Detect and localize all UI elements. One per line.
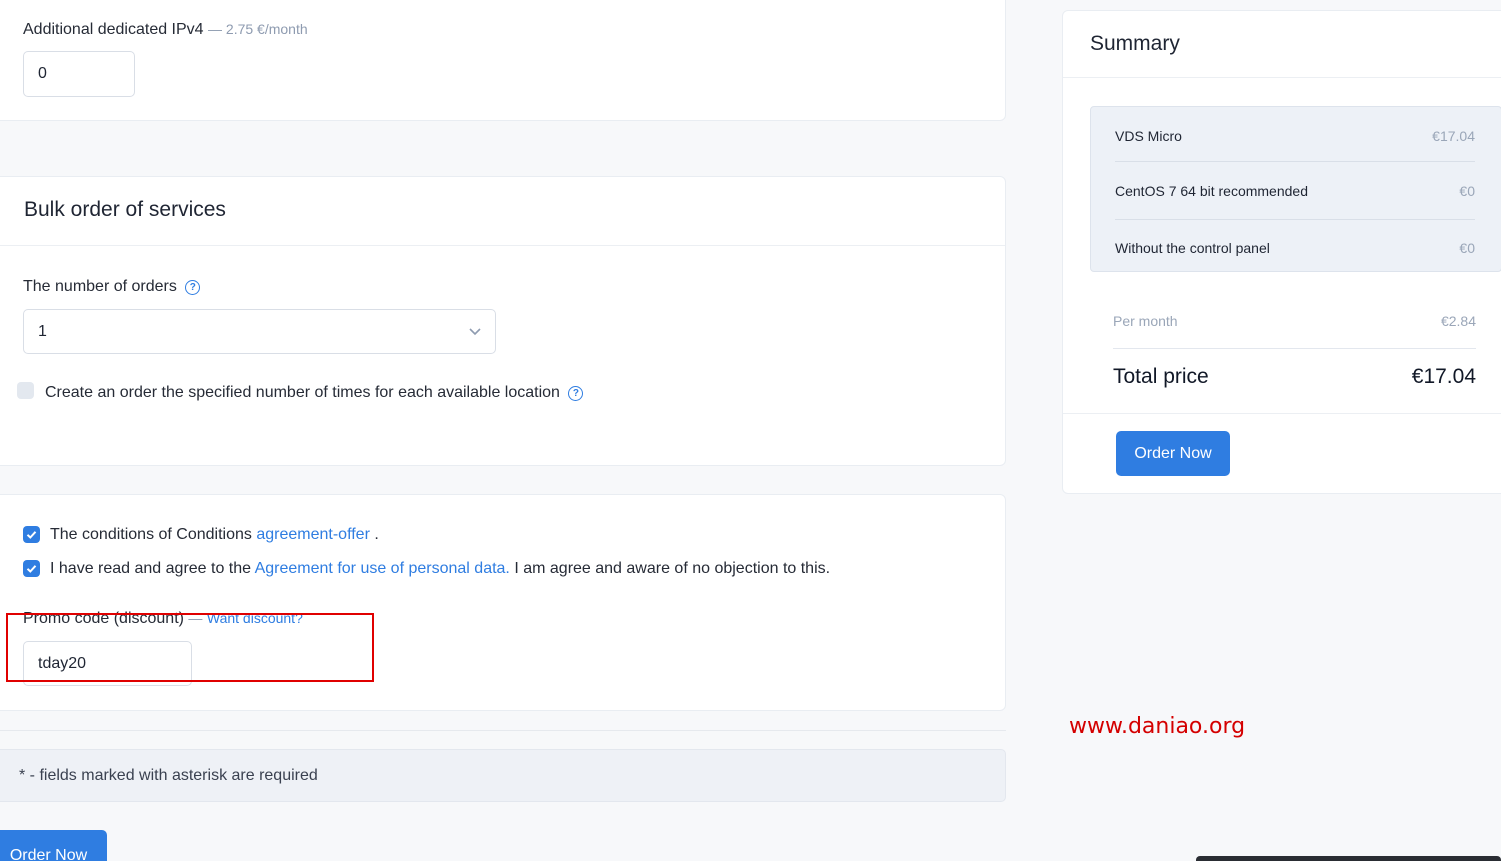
summary-item-name: CentOS 7 64 bit recommended xyxy=(1115,182,1308,199)
help-circle-icon[interactable]: ? xyxy=(185,280,201,295)
per-month-label: Per month xyxy=(1113,313,1178,329)
order-now-button[interactable]: Order Now xyxy=(1116,431,1230,476)
conditions-checkbox[interactable] xyxy=(23,526,40,543)
ipv4-card: Additional dedicated IPv4 — 2.75 €/month… xyxy=(0,0,1006,121)
orders-count-select[interactable]: 1 xyxy=(23,309,496,354)
bulk-order-card: Bulk order of services The number of ord… xyxy=(0,176,1006,466)
total-value: €17.04 xyxy=(1411,365,1476,388)
per-month-row: Per month €2.84 xyxy=(1113,313,1476,329)
personal-data-prefix: I have read and agree to the xyxy=(50,560,252,577)
summary-item-price: €0 xyxy=(1459,182,1475,199)
summary-item: Without the control panel €0 xyxy=(1115,219,1475,276)
ipv4-quantity-input[interactable]: 0 xyxy=(23,51,135,97)
summary-footer-divider xyxy=(1063,413,1501,414)
summary-title: Summary xyxy=(1090,32,1180,55)
summary-items-box: VDS Micro €17.04 CentOS 7 64 bit recomme… xyxy=(1090,106,1501,272)
total-divider xyxy=(1113,348,1476,349)
ipv4-quantity-value: 0 xyxy=(38,65,47,82)
personal-data-suffix: I am agree and aware of no objection to … xyxy=(514,560,831,577)
bottom-right-bar xyxy=(1196,856,1501,861)
summary-divider xyxy=(1063,77,1501,78)
ipv4-label: Additional dedicated IPv4 xyxy=(23,21,204,38)
order-now-button-bottom-label: Order Now xyxy=(9,847,88,861)
chevron-down-icon xyxy=(469,327,481,335)
each-location-label-row: Create an order the specified number of … xyxy=(45,384,584,402)
bulk-order-title: Bulk order of services xyxy=(24,198,226,221)
summary-item: VDS Micro €17.04 xyxy=(1115,107,1475,164)
summary-item: CentOS 7 64 bit recommended €0 xyxy=(1115,162,1475,219)
conditions-row: The conditions of Conditions agreement-o… xyxy=(50,526,379,544)
orders-label: The number of orders xyxy=(23,278,177,295)
order-now-button-label: Order Now xyxy=(1134,444,1212,462)
conditions-suffix: . xyxy=(374,526,379,543)
personal-data-link[interactable]: Agreement for use of personal data. xyxy=(255,560,510,577)
ipv4-price-note: — 2.75 €/month xyxy=(208,21,308,37)
agreement-offer-link[interactable]: agreement-offer xyxy=(256,526,370,543)
total-row: Total price €17.04 xyxy=(1113,365,1476,389)
summary-item-price: €0 xyxy=(1459,239,1475,256)
each-location-checkbox[interactable] xyxy=(17,382,34,399)
orders-label-row: The number of orders ? xyxy=(23,278,201,296)
checkmark-icon xyxy=(26,531,37,539)
each-location-label: Create an order the specified number of … xyxy=(45,384,560,401)
required-note: * - fields marked with asterisk are requ… xyxy=(19,767,318,784)
ipv4-label-row: Additional dedicated IPv4 — 2.75 €/month xyxy=(23,21,308,39)
order-now-button-bottom[interactable]: Order Now xyxy=(0,830,107,861)
required-note-box: * - fields marked with asterisk are requ… xyxy=(0,749,1006,802)
highlight-box xyxy=(6,613,374,682)
help-circle-icon[interactable]: ? xyxy=(568,386,584,401)
watermark-text: www.daniao.org xyxy=(1069,714,1246,739)
summary-item-name: VDS Micro xyxy=(1115,127,1182,144)
summary-card: Summary VDS Micro €17.04 CentOS 7 64 bit… xyxy=(1062,10,1501,494)
checkmark-icon xyxy=(26,565,37,573)
section-divider xyxy=(0,730,1006,731)
personal-data-row: I have read and agree to the Agreement f… xyxy=(50,560,830,578)
total-label: Total price xyxy=(1113,365,1209,388)
summary-item-name: Without the control panel xyxy=(1115,239,1270,256)
personal-data-checkbox[interactable] xyxy=(23,560,40,577)
summary-item-price: €17.04 xyxy=(1432,127,1475,144)
conditions-prefix: The conditions of Conditions xyxy=(50,526,252,543)
bulk-divider xyxy=(0,245,1005,246)
per-month-value: €2.84 xyxy=(1440,313,1476,329)
orders-count-value: 1 xyxy=(38,322,47,340)
